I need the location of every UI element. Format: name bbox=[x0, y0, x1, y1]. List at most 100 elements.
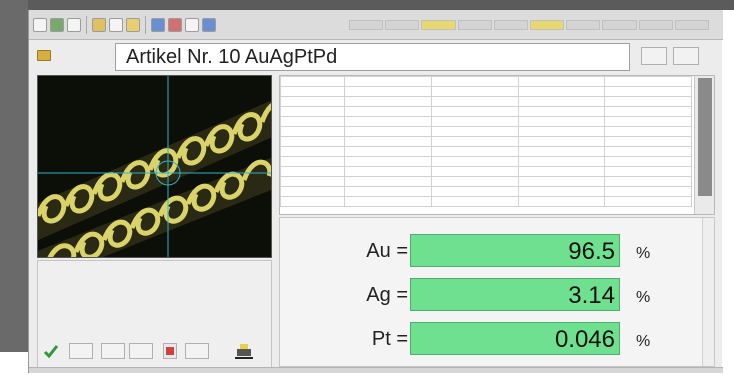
folder-icon[interactable] bbox=[37, 50, 51, 61]
options-button[interactable] bbox=[673, 47, 699, 65]
table-row[interactable] bbox=[280, 106, 692, 117]
info-icon[interactable] bbox=[202, 17, 216, 32]
table-cell bbox=[517, 186, 606, 197]
strip-cell-highlighted[interactable] bbox=[530, 20, 565, 30]
table-cell bbox=[604, 176, 692, 187]
value-box: 96.5 bbox=[410, 234, 620, 267]
table-row[interactable] bbox=[280, 186, 692, 197]
measure-icon[interactable] bbox=[168, 17, 182, 32]
table-cell bbox=[517, 86, 606, 97]
table-header-cell bbox=[604, 76, 692, 87]
table-row[interactable] bbox=[280, 86, 692, 97]
open-icon[interactable] bbox=[33, 17, 47, 32]
table-cell bbox=[604, 106, 692, 117]
table-scrollbar[interactable] bbox=[694, 76, 714, 214]
filter-icon[interactable] bbox=[185, 17, 199, 32]
result-row-ag: Ag = 3.14 % bbox=[280, 276, 716, 314]
info-button[interactable] bbox=[641, 47, 667, 65]
strip-cell[interactable] bbox=[349, 20, 384, 30]
table-cell bbox=[280, 156, 345, 167]
table-cell bbox=[344, 186, 432, 197]
print-icon[interactable] bbox=[67, 17, 81, 32]
measurement-grid bbox=[280, 76, 692, 207]
table-cell bbox=[280, 196, 345, 207]
strip-cell[interactable] bbox=[638, 20, 673, 30]
table-row[interactable] bbox=[280, 126, 692, 137]
table-cell bbox=[517, 96, 606, 107]
table-cell bbox=[344, 106, 432, 117]
results-scrollbar[interactable] bbox=[702, 218, 714, 366]
accept-button[interactable] bbox=[43, 340, 59, 362]
tool-button-4[interactable] bbox=[185, 343, 209, 359]
table-row[interactable] bbox=[280, 96, 692, 107]
save-icon[interactable] bbox=[50, 17, 64, 32]
toolbar-strip bbox=[349, 20, 710, 30]
table-cell bbox=[517, 156, 606, 167]
table-cell bbox=[517, 166, 606, 177]
table-cell bbox=[604, 116, 692, 127]
table-cell bbox=[604, 136, 692, 147]
zoom-icon[interactable] bbox=[92, 17, 106, 32]
table-cell bbox=[604, 196, 692, 207]
table-cell bbox=[430, 176, 519, 187]
table-cell bbox=[430, 126, 519, 137]
tool-button-3[interactable] bbox=[129, 343, 153, 359]
application-window: Artikel Nr. 10 AuAgPtPd Au = 96.5 % Ag =… bbox=[28, 10, 723, 373]
strip-cell[interactable] bbox=[566, 20, 601, 30]
table-cell bbox=[344, 86, 432, 97]
table-cell bbox=[280, 186, 345, 197]
delete-icon[interactable] bbox=[163, 343, 177, 359]
table-cell bbox=[280, 96, 345, 107]
chart-icon[interactable] bbox=[126, 17, 140, 32]
table-cell bbox=[517, 146, 606, 157]
mode-label bbox=[67, 49, 107, 63]
table-cell bbox=[604, 146, 692, 157]
settings-icon[interactable] bbox=[109, 17, 123, 32]
tool-button-2[interactable] bbox=[101, 343, 125, 359]
unit-label: % bbox=[636, 245, 651, 262]
table-cell bbox=[280, 146, 345, 157]
element-label: Ag = bbox=[366, 284, 408, 306]
table-cell bbox=[430, 86, 519, 97]
table-cell bbox=[517, 136, 606, 147]
table-row[interactable] bbox=[280, 196, 692, 207]
strip-cell[interactable] bbox=[385, 20, 420, 30]
element-label: Pt = bbox=[371, 328, 408, 350]
table-header-cell bbox=[517, 76, 606, 87]
table-cell bbox=[280, 176, 345, 187]
strip-cell[interactable] bbox=[457, 20, 492, 30]
toolbar-separator bbox=[86, 15, 87, 34]
table-cell bbox=[344, 116, 432, 127]
table-cell bbox=[430, 106, 519, 117]
table-row[interactable] bbox=[280, 136, 692, 147]
table-cell bbox=[604, 186, 692, 197]
table-row[interactable] bbox=[280, 146, 692, 157]
table-scroll-thumb[interactable] bbox=[698, 78, 712, 196]
table-cell bbox=[280, 166, 345, 177]
tool-button-1[interactable] bbox=[69, 343, 93, 359]
camera-view[interactable] bbox=[37, 75, 272, 258]
table-cell bbox=[604, 166, 692, 177]
value-box: 3.14 bbox=[410, 278, 620, 311]
table-cell bbox=[430, 186, 519, 197]
table-cell bbox=[430, 96, 519, 107]
desktop-background-corner bbox=[0, 352, 28, 375]
strip-cell[interactable] bbox=[602, 20, 637, 30]
value-box: 0.046 bbox=[410, 322, 620, 355]
strip-cell[interactable] bbox=[493, 20, 529, 30]
printer-icon[interactable] bbox=[235, 343, 253, 359]
article-title[interactable]: Artikel Nr. 10 AuAgPtPd bbox=[115, 43, 630, 71]
table-row[interactable] bbox=[280, 176, 692, 187]
result-row-au: Au = 96.5 % bbox=[280, 232, 716, 270]
table-row[interactable] bbox=[280, 166, 692, 177]
strip-cell-highlighted[interactable] bbox=[421, 20, 456, 30]
table-row[interactable] bbox=[280, 156, 692, 167]
camera-icon[interactable] bbox=[151, 17, 165, 32]
table-row[interactable] bbox=[280, 116, 692, 127]
table-header-cell bbox=[430, 76, 519, 87]
table-cell bbox=[604, 126, 692, 137]
strip-cell[interactable] bbox=[674, 20, 710, 30]
table-cell bbox=[344, 126, 432, 137]
table-cell bbox=[344, 146, 432, 157]
status-bar bbox=[29, 367, 723, 373]
